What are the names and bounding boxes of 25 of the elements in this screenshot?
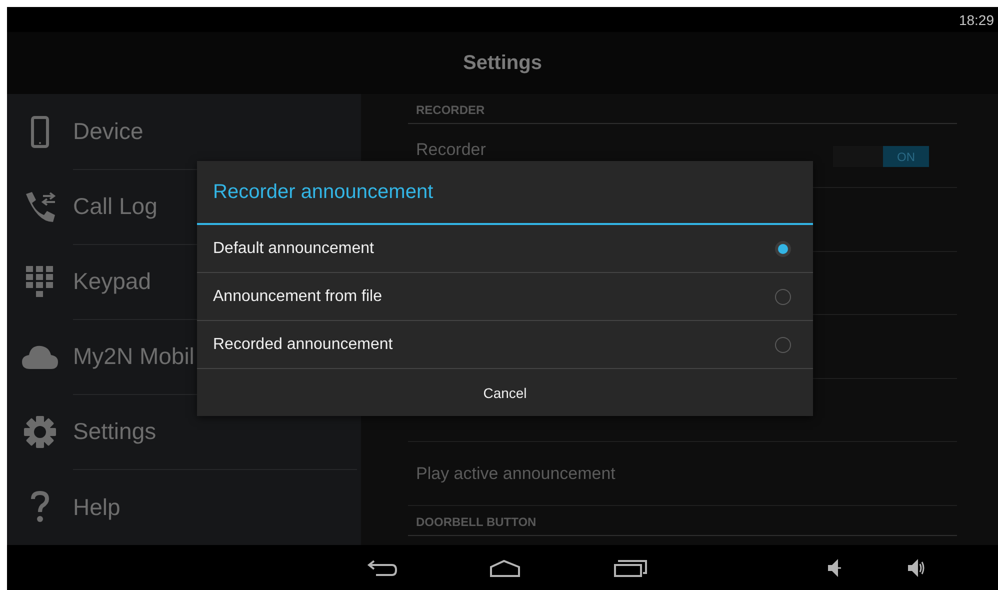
radio-button[interactable]: [775, 240, 791, 256]
radio-option[interactable]: Default announcement: [197, 225, 813, 273]
setting-label[interactable]: Play active announcement: [416, 464, 616, 484]
volume-up-icon[interactable]: [907, 558, 925, 578]
keypad-icon: [26, 266, 54, 298]
sidebar-item[interactable]: Help: [73, 470, 357, 546]
phone-icon: [31, 116, 49, 148]
back-icon[interactable]: [366, 558, 398, 578]
radio-button[interactable]: [775, 288, 791, 304]
setting-label: Recorder: [416, 140, 486, 160]
toggle-switch[interactable]: ON: [833, 146, 929, 167]
section-header: RECORDER: [408, 94, 957, 124]
cloud-icon: [22, 345, 58, 370]
clock-time: 18:29: [958, 12, 995, 28]
recent-apps-icon[interactable]: [614, 558, 647, 577]
home-icon[interactable]: [490, 558, 520, 576]
radio-option[interactable]: Recorded announcement: [197, 321, 813, 369]
screen-title: Settings: [463, 52, 542, 74]
volume-down-icon[interactable]: [827, 558, 841, 578]
section-header: DOORBELL BUTTON: [408, 506, 957, 536]
call-log-icon: [23, 190, 57, 224]
radio-option[interactable]: Announcement from file: [197, 273, 813, 321]
dialog-title: Recorder announcement: [197, 161, 813, 225]
radio-button[interactable]: [775, 336, 791, 352]
question-mark-icon: [30, 491, 50, 524]
